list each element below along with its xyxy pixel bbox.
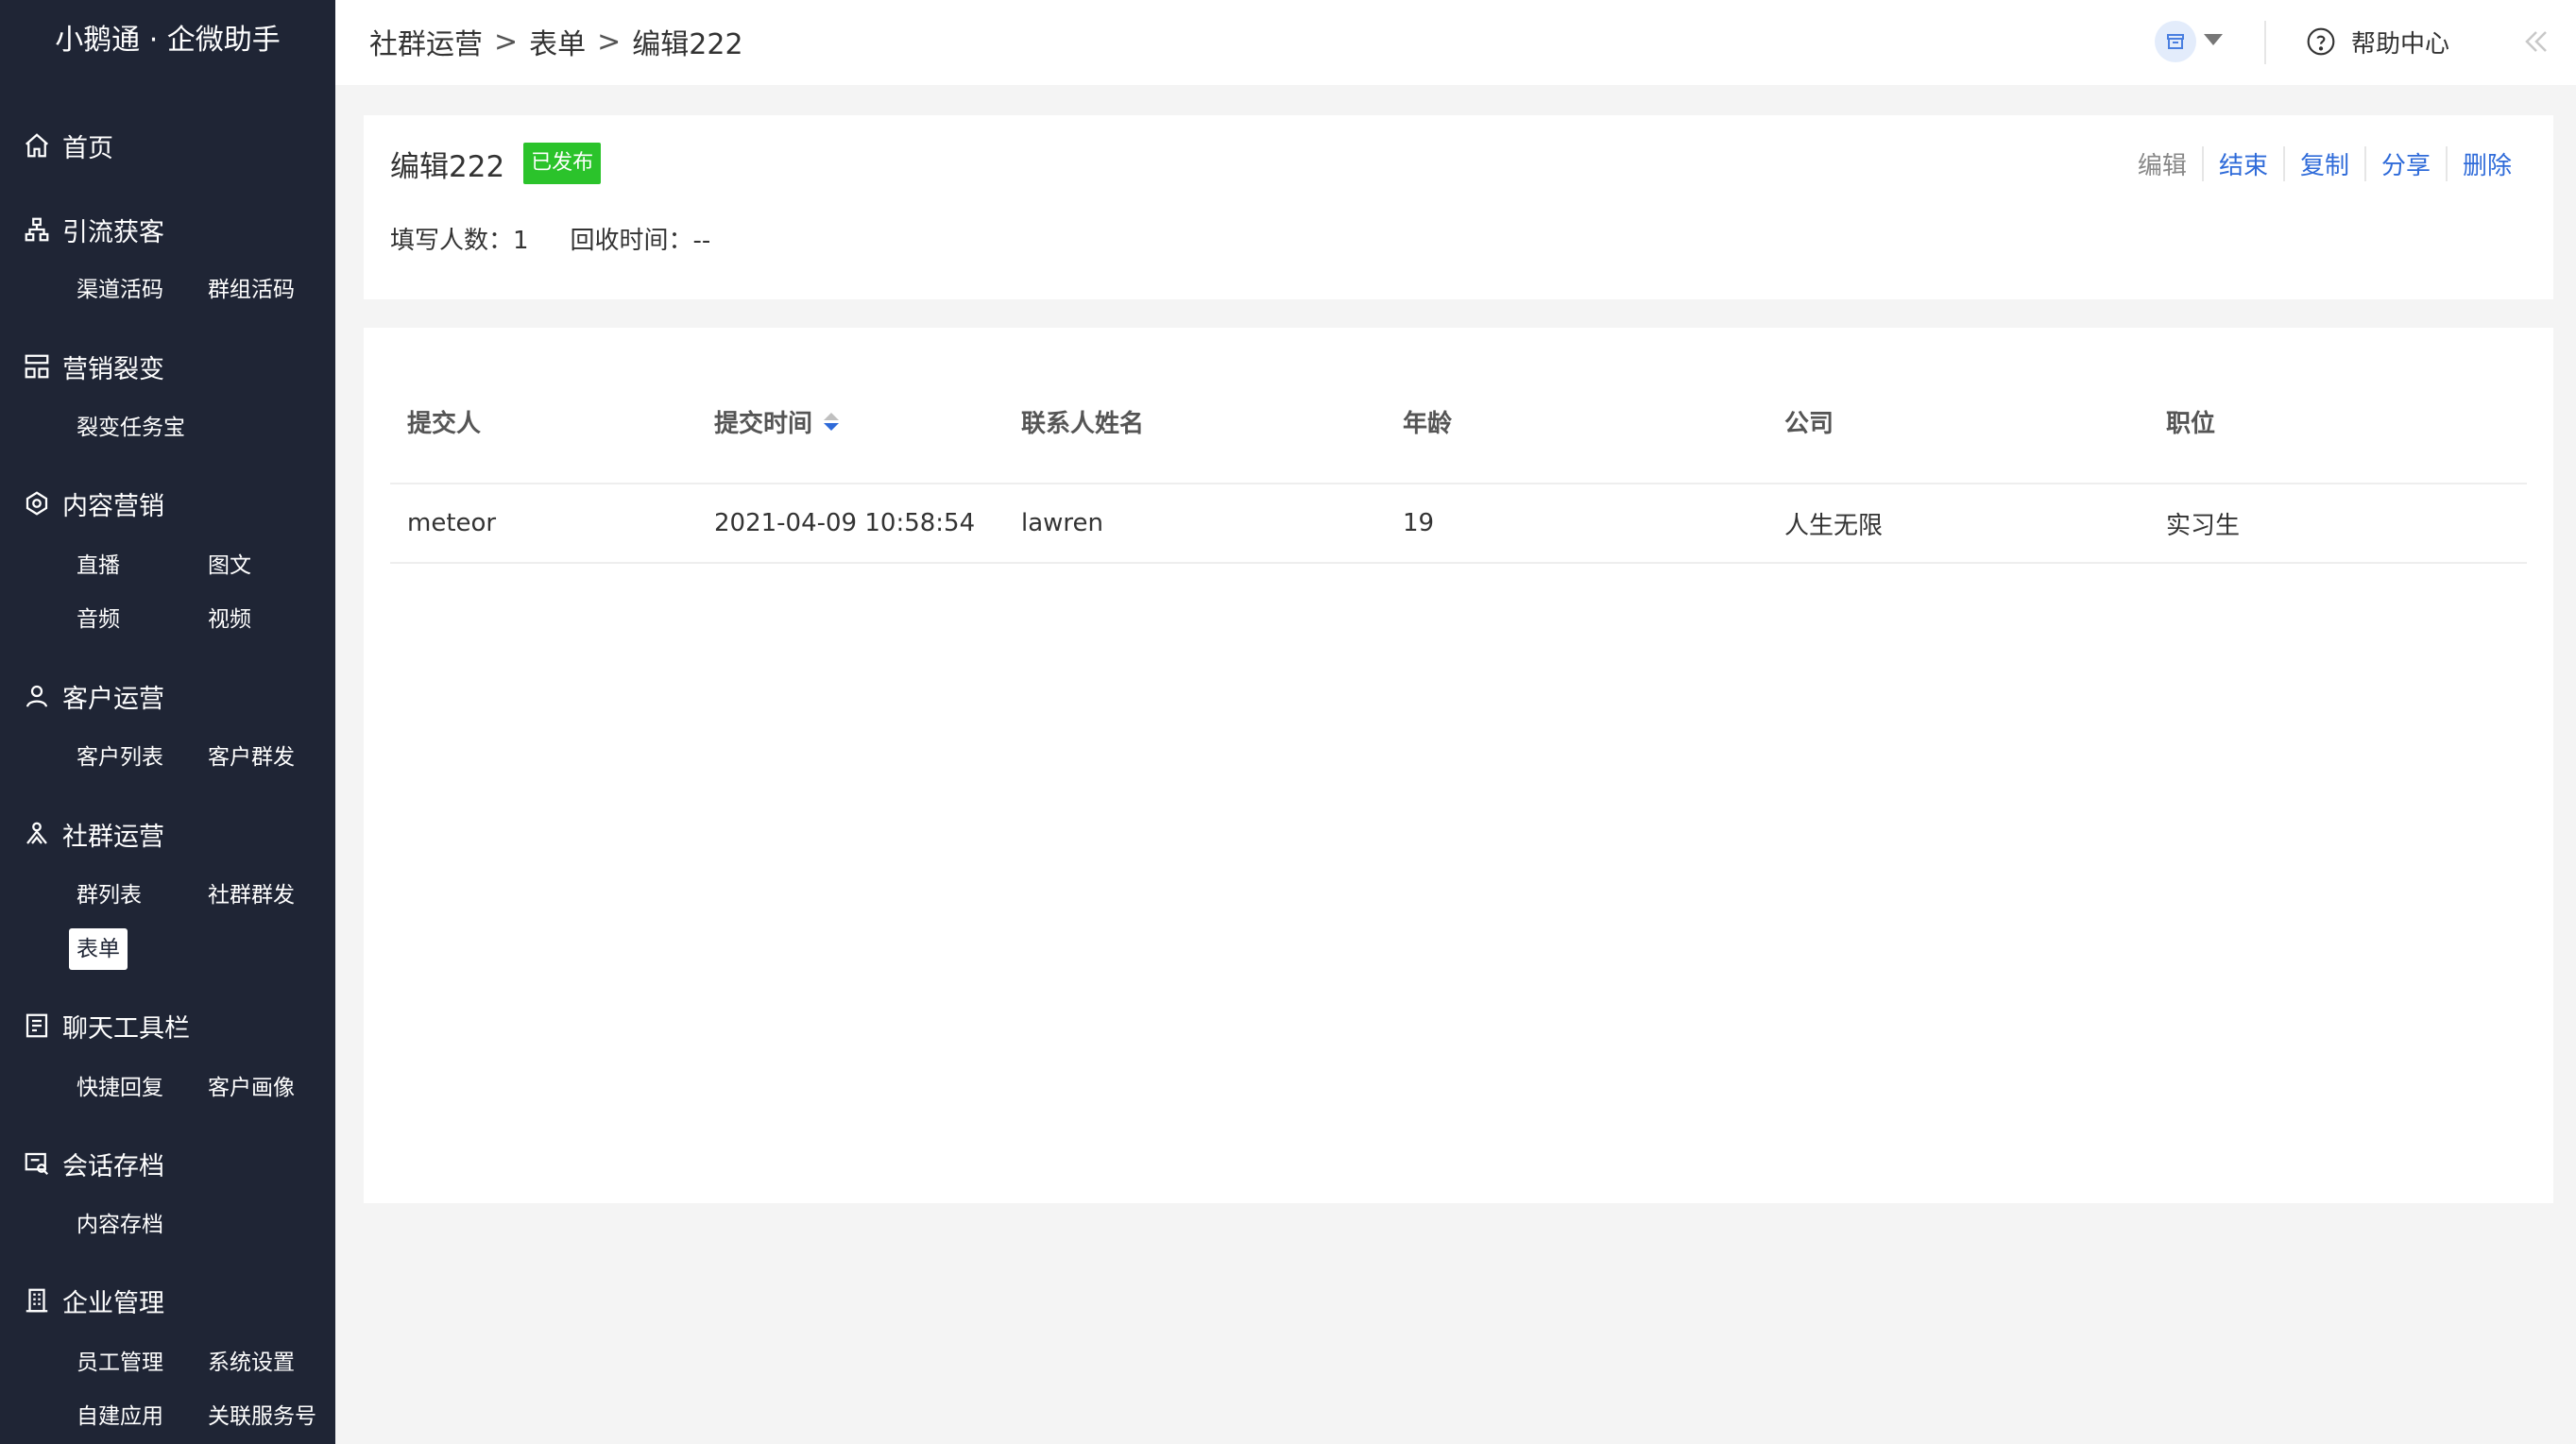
cell-age: 19 — [1403, 509, 1435, 537]
sidebar-item-group-list[interactable]: 群列表 — [69, 875, 149, 916]
column-label: 职位 — [2166, 409, 2216, 438]
form-actions: 编辑 结束 复制 分享 删除 — [2123, 140, 2527, 187]
sidebar-item-community-broadcast[interactable]: 社群群发 — [200, 875, 302, 916]
cell-company: 人生无限 — [1784, 511, 1884, 540]
sidebar-item-channel-code[interactable]: 渠道活码 — [69, 269, 171, 311]
column-header-contact-name: 联系人姓名 — [1021, 360, 1144, 483]
cell-contact-name: lawren — [1021, 509, 1104, 537]
column-label: 年龄 — [1403, 409, 1453, 438]
cell-submitter: meteor — [407, 509, 497, 537]
sidebar-item-customer-list[interactable]: 客户列表 — [69, 737, 171, 778]
table-header: 提交人 提交时间 联系人姓名 年龄 公司 职位 — [390, 360, 2527, 483]
sidebar-item-label: 客户运营 — [62, 684, 164, 714]
form-stats: 填写人数：1 回收时间：-- — [390, 221, 710, 256]
sidebar-item-video[interactable]: 视频 — [200, 599, 259, 640]
sidebar: 小鹅通 · 企微助手 首页 引流获客 渠道活码 群组活码 营销裂变 裂变任务宝 … — [0, 0, 335, 1444]
org-icon — [23, 215, 51, 244]
fill-count: 填写人数：1 — [390, 227, 529, 255]
submissions-card: 提交人 提交时间 联系人姓名 年龄 公司 职位 meteor 2021-04-0… — [364, 328, 2553, 1203]
sidebar-item-content-archive[interactable]: 内容存档 — [69, 1204, 171, 1246]
sidebar-item-home[interactable]: 首页 — [23, 122, 113, 169]
column-label: 提交时间 — [714, 409, 813, 438]
sidebar-section-marketing[interactable]: 营销裂变 — [23, 343, 164, 390]
help-center-label: 帮助中心 — [2351, 29, 2450, 59]
toolbar-icon — [23, 1011, 51, 1040]
breadcrumb-current: 编辑222 — [632, 28, 743, 61]
cell-submit-time: 2021-04-09 10:58:54 — [714, 509, 976, 537]
column-label: 提交人 — [407, 409, 482, 438]
community-icon — [23, 820, 51, 848]
help-center-link[interactable]: 帮助中心 — [2306, 19, 2449, 64]
column-header-position: 职位 — [2166, 360, 2215, 483]
archive-icon — [23, 1149, 51, 1178]
column-header-submit-time[interactable]: 提交时间 — [714, 360, 840, 483]
divider — [2264, 21, 2266, 64]
collapse-double-chevron-icon[interactable] — [2517, 25, 2555, 59]
building-icon — [23, 1286, 51, 1315]
sidebar-section-archive[interactable]: 会话存档 — [23, 1140, 164, 1187]
sidebar-item-audio[interactable]: 音频 — [69, 599, 128, 640]
cell-position: 实习生 — [2166, 511, 2241, 540]
content-icon — [23, 489, 51, 518]
sidebar-item-fission-task[interactable]: 裂变任务宝 — [69, 407, 193, 449]
sidebar-item-quick-reply[interactable]: 快捷回复 — [69, 1067, 171, 1109]
sidebar-item-label: 引流获客 — [62, 217, 164, 247]
column-header-age: 年龄 — [1403, 360, 1452, 483]
delete-button[interactable]: 删除 — [2445, 145, 2527, 181]
question-circle-icon — [2307, 27, 2335, 56]
recycle-time: 回收时间：-- — [570, 227, 711, 255]
sidebar-section-enterprise[interactable]: 企业管理 — [23, 1277, 164, 1324]
breadcrumb-item[interactable]: 社群运营 — [369, 21, 483, 62]
edit-button[interactable]: 编辑 — [2123, 146, 2202, 181]
sidebar-item-article[interactable]: 图文 — [200, 545, 259, 586]
chevron-down-icon[interactable] — [2204, 34, 2223, 45]
sidebar-item-system-settings[interactable]: 系统设置 — [200, 1342, 302, 1384]
sidebar-item-group-code[interactable]: 群组活码 — [200, 269, 302, 311]
breadcrumb-separator: > — [597, 25, 622, 59]
sidebar-section-chat-toolbar[interactable]: 聊天工具栏 — [23, 1002, 190, 1049]
submissions-table: 提交人 提交时间 联系人姓名 年龄 公司 职位 meteor 2021-04-0… — [390, 360, 2527, 564]
status-badge: 已发布 — [523, 143, 602, 184]
column-label: 联系人姓名 — [1021, 409, 1145, 438]
copy-button[interactable]: 复制 — [2282, 145, 2364, 181]
sort-icon[interactable] — [824, 412, 840, 431]
sidebar-item-label: 首页 — [62, 133, 113, 163]
form-title-row: 编辑222 已发布 — [390, 140, 602, 187]
column-label: 公司 — [1784, 409, 1834, 438]
form-info-card: 编辑222 已发布 填写人数：1 回收时间：-- 编辑 结束 复制 分享 删除 — [364, 115, 2553, 299]
end-button[interactable]: 结束 — [2201, 145, 2283, 181]
sidebar-item-customer-broadcast[interactable]: 客户群发 — [200, 737, 302, 778]
breadcrumb: 社群运营 > 表单 > 编辑222 — [369, 19, 743, 64]
sidebar-item-label: 企业管理 — [62, 1288, 164, 1318]
breadcrumb-item[interactable]: 表单 — [529, 21, 586, 62]
share-button[interactable]: 分享 — [2363, 145, 2446, 181]
sidebar-item-linked-account[interactable]: 关联服务号 — [200, 1396, 324, 1437]
sidebar-section-content[interactable]: 内容营销 — [23, 480, 164, 527]
top-bar: 社群运营 > 表单 > 编辑222 帮助中心 — [335, 0, 2576, 85]
sidebar-section-customer[interactable]: 客户运营 — [23, 672, 164, 720]
hierarchy-icon — [23, 352, 51, 381]
column-header-submitter: 提交人 — [407, 360, 481, 483]
home-icon — [23, 131, 51, 160]
sidebar-item-label: 内容营销 — [62, 491, 164, 521]
form-title: 编辑222 — [390, 149, 505, 184]
sidebar-item-label: 聊天工具栏 — [62, 1013, 190, 1044]
sidebar-item-form[interactable]: 表单 — [69, 928, 128, 970]
sidebar-item-label: 会话存档 — [62, 1151, 164, 1181]
sidebar-item-custom-app[interactable]: 自建应用 — [69, 1396, 171, 1437]
column-header-company: 公司 — [1784, 360, 1834, 483]
sidebar-item-label: 营销裂变 — [62, 354, 164, 384]
table-row: meteor 2021-04-09 10:58:54 lawren 19 人生无… — [390, 483, 2527, 564]
brand-title: 小鹅通 · 企微助手 — [55, 24, 281, 57]
store-icon[interactable] — [2155, 21, 2196, 62]
sidebar-section-community[interactable]: 社群运营 — [23, 810, 164, 858]
user-icon — [23, 682, 51, 710]
sidebar-item-staff[interactable]: 员工管理 — [69, 1342, 171, 1384]
sidebar-item-customer-profile[interactable]: 客户画像 — [200, 1067, 302, 1109]
breadcrumb-separator: > — [494, 25, 519, 59]
sidebar-item-live[interactable]: 直播 — [69, 545, 128, 586]
sidebar-item-label: 社群运营 — [62, 822, 164, 852]
sidebar-section-traffic[interactable]: 引流获客 — [23, 206, 164, 253]
